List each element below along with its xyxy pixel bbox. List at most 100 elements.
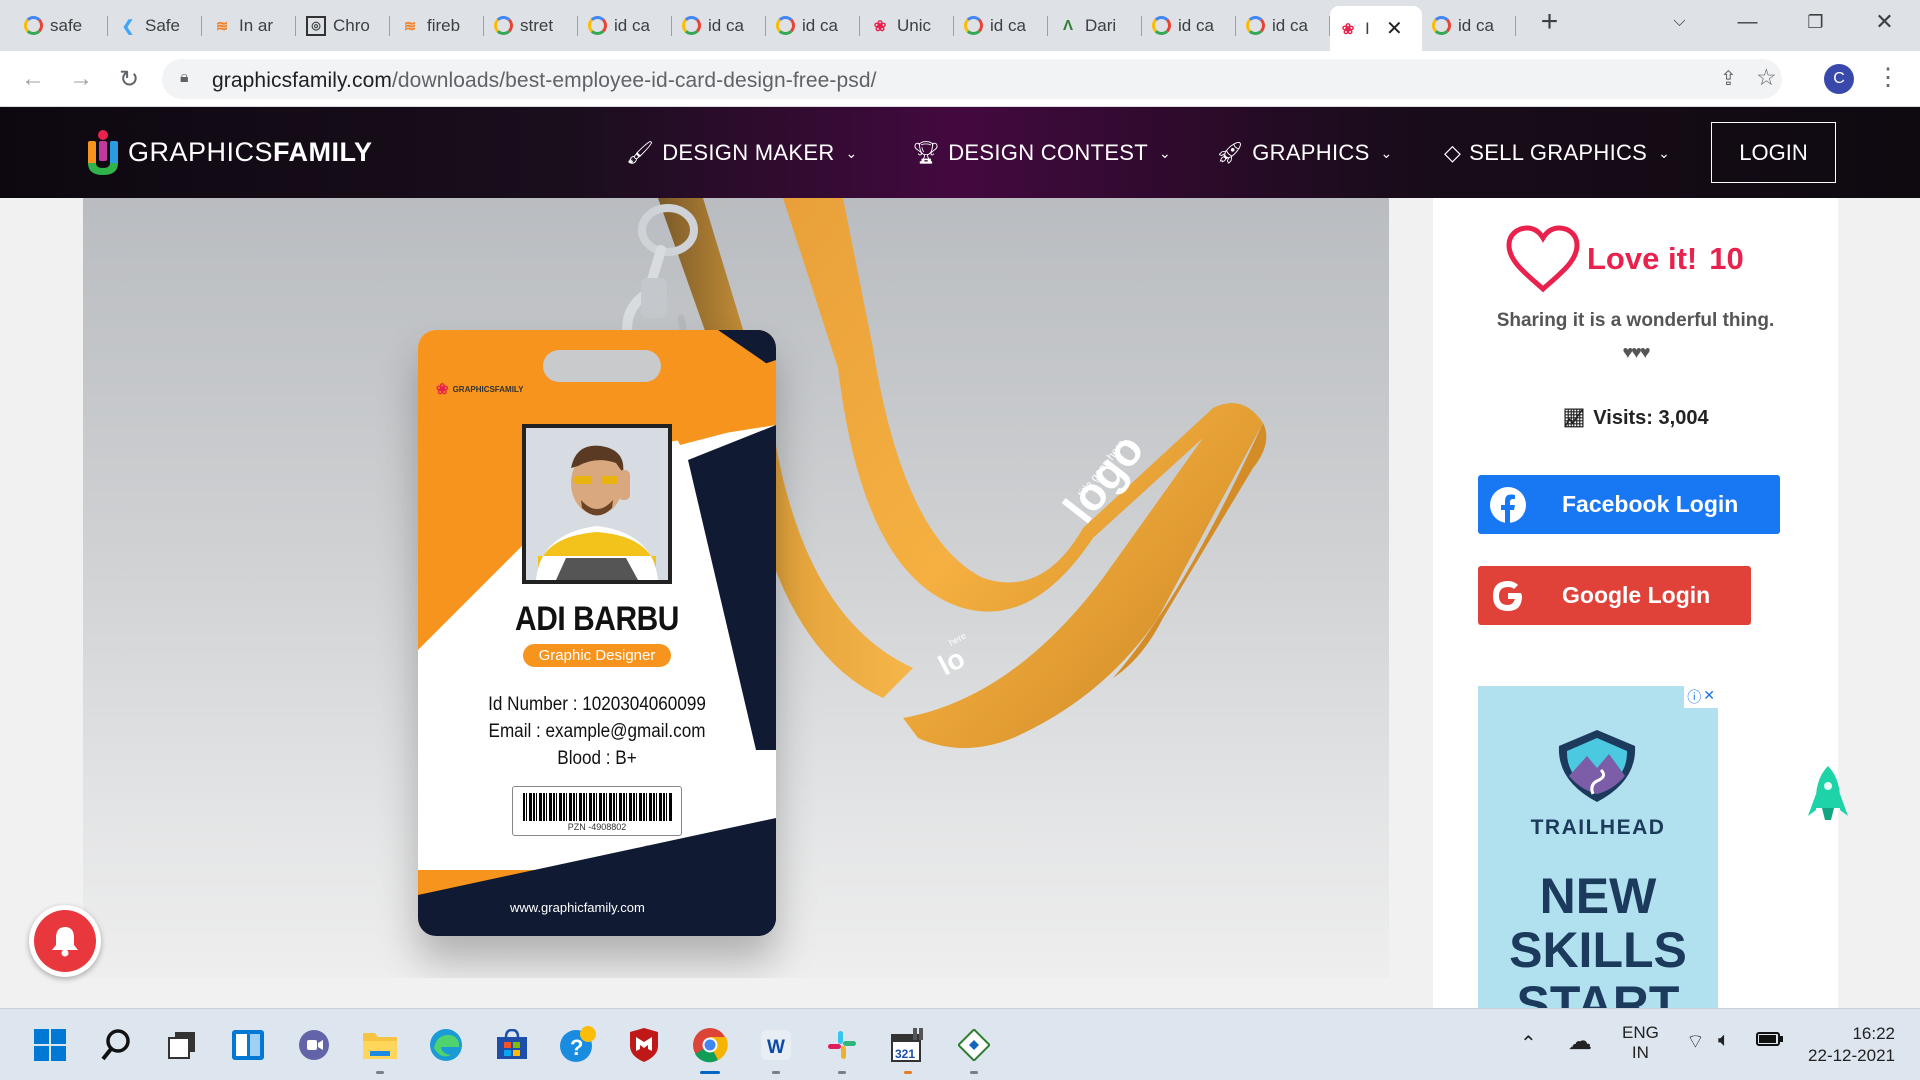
get-help-button[interactable]: ? (558, 1025, 598, 1065)
mcafee-button[interactable] (624, 1025, 664, 1065)
browser-tab[interactable]: id ca (1144, 8, 1236, 43)
calendar-app-button[interactable]: 321 (888, 1025, 928, 1074)
scroll-to-top-rocket-icon[interactable] (1808, 764, 1848, 834)
browser-tab[interactable]: ≋ fireb (392, 8, 484, 43)
card-id-number: Id Number : 1020304060099 (488, 694, 706, 715)
advertisement[interactable]: ⓘ ✕ TRAILHEAD NEW SKILLS START (1478, 686, 1718, 1008)
nav-design-contest[interactable]: 🏆︎ DESIGN CONTEST ⌄ (912, 140, 1171, 166)
store-icon (497, 1029, 527, 1059)
google-icon (776, 16, 795, 35)
file-explorer-button[interactable] (360, 1025, 400, 1074)
info-icon[interactable]: ⓘ (1687, 687, 1701, 707)
show-hidden-icons-chevron-up-icon[interactable]: ⌃ (1520, 1031, 1537, 1056)
teams-chat-button[interactable] (294, 1025, 334, 1065)
task-view-button[interactable] (162, 1025, 202, 1065)
browser-tab[interactable]: id ca (1238, 8, 1330, 43)
chrome-button[interactable] (690, 1025, 730, 1074)
ad-headline: NEW SKILLS START (1509, 868, 1687, 1008)
browser-tab[interactable]: id ca (1424, 8, 1516, 43)
ad-brand: TRAILHEAD (1530, 816, 1666, 839)
card-punch-slot (543, 350, 661, 382)
browser-tab[interactable]: stret (486, 8, 578, 43)
ad-choices[interactable]: ⓘ ✕ (1684, 686, 1718, 708)
nav-graphics[interactable]: 🚀︎ GRAPHICS ⌄ (1216, 140, 1393, 166)
android-icon: Λ (1062, 17, 1073, 34)
card-photo (522, 424, 672, 584)
forward-arrow-icon[interactable]: → (66, 64, 96, 94)
browser-tab[interactable]: safe (16, 8, 108, 43)
browser-tab[interactable]: ❮ Safe (110, 8, 202, 43)
login-button[interactable]: LOGIN (1711, 122, 1836, 183)
calendar-icon: 321 (891, 1028, 923, 1062)
more-menu-icon[interactable]: ⋮ (1876, 63, 1900, 93)
app-button[interactable]: W (756, 1025, 796, 1074)
google-icon (1152, 16, 1171, 35)
close-icon[interactable]: ✕ (1703, 687, 1715, 707)
browser-tab[interactable]: id ca (580, 8, 672, 43)
new-tab-button[interactable]: + (1522, 0, 1577, 44)
onedrive-cloud-icon[interactable]: ☁︎ (1568, 1027, 1592, 1056)
edge-icon (430, 1029, 462, 1061)
google-icon (682, 16, 701, 35)
reload-icon[interactable]: ↻ (114, 64, 144, 94)
lanyard-logo-text-2: lo (933, 642, 970, 681)
task-view-icon (168, 1032, 195, 1059)
clock[interactable]: 16:22 22-12-2021 (1800, 1023, 1895, 1067)
chat-icon (299, 1030, 329, 1060)
card-blood-group: Blood : B+ (557, 748, 637, 769)
browser-tab[interactable]: id ca (768, 8, 860, 43)
slack-button[interactable] (822, 1025, 862, 1074)
google-icon (24, 16, 43, 35)
language-indicator[interactable]: ENG IN (1622, 1023, 1659, 1063)
google-icon (964, 16, 983, 35)
facebook-login-button[interactable]: Facebook Login (1478, 475, 1780, 534)
browser-tab[interactable]: ❀ Unic (862, 8, 954, 43)
browser-tab[interactable]: id ca (956, 8, 1048, 43)
card-logo: ❀ GRAPHICSFAMILY (436, 381, 524, 398)
bell-icon (52, 927, 78, 957)
web-page: GRAPHICSFAMILY 🖌︎ DESIGN MAKER ⌄ 🏆︎ DESIGN … (0, 107, 1920, 1008)
lock-icon[interactable]: 🔒︎ (180, 69, 189, 87)
love-it-button[interactable]: Love it! 10 (1505, 225, 1744, 293)
back-arrow-icon[interactable]: ← (18, 64, 48, 94)
app-button-2[interactable] (954, 1025, 994, 1074)
chrome-devs-icon: ◎ (306, 15, 326, 36)
browser-tab[interactable]: ◎ Chro (298, 8, 390, 43)
widgets-button[interactable] (228, 1025, 268, 1065)
browser-tab[interactable]: ≋ In ar (204, 8, 296, 43)
edge-button[interactable] (426, 1025, 466, 1065)
speaker-icon[interactable]: 🔈︎ (1718, 1029, 1730, 1052)
diamond-icon: ◇ (1444, 140, 1462, 165)
chevron-down-icon: ⌄ (1658, 144, 1671, 161)
close-tab-icon[interactable]: ✕ (1386, 16, 1403, 41)
minimize-button[interactable]: — (1720, 0, 1775, 44)
search-taskbar-button[interactable] (96, 1025, 136, 1065)
stackoverflow-icon: ≋ (215, 17, 229, 35)
svg-text:?: ? (570, 1035, 583, 1060)
browser-tab[interactable]: id ca (674, 8, 766, 43)
store-button[interactable] (492, 1025, 532, 1065)
barcode-bars (523, 793, 673, 821)
profile-avatar[interactable]: C (1824, 64, 1854, 94)
product-preview-image: logo title goes here here lo ❀ GRAPHICSFA… (83, 198, 1389, 978)
share-icon[interactable]: ⇪ (1720, 66, 1737, 91)
card-email: Email : example@gmail.com (488, 721, 706, 742)
bookmark-star-icon[interactable]: ☆ (1756, 64, 1777, 91)
google-login-button[interactable]: Google Login (1478, 566, 1751, 625)
site-logo[interactable]: GRAPHICSFAMILY (84, 127, 373, 177)
browser-tab-active[interactable]: ❀ I ✕ (1330, 6, 1422, 51)
start-button[interactable] (30, 1025, 70, 1065)
wifi-icon[interactable]: ⌔ (1686, 1029, 1705, 1054)
tab-search-chevron-icon[interactable]: ⌵ (1652, 0, 1707, 44)
notification-bell-button[interactable] (29, 905, 101, 977)
close-window-button[interactable]: ✕ (1857, 0, 1912, 44)
browser-tab[interactable]: Λ Dari (1050, 8, 1142, 43)
address-bar[interactable]: 🔒︎ graphicsfamily.com/downloads/best-emp… (162, 59, 1782, 99)
hearts-decoration: ♥♥♥ (1622, 342, 1650, 362)
app-w-icon: W (761, 1030, 791, 1060)
battery-icon[interactable] (1756, 1031, 1784, 1052)
nav-sell-graphics[interactable]: ◇ SELL GRAPHICS ⌄ (1444, 140, 1670, 166)
id-card: ❀ GRAPHICSFAMILY ADI BARBU Graphic Design… (418, 330, 776, 936)
restore-button[interactable]: ❐ (1788, 0, 1843, 44)
nav-design-maker[interactable]: 🖌︎ DESIGN MAKER ⌄ (626, 140, 858, 166)
